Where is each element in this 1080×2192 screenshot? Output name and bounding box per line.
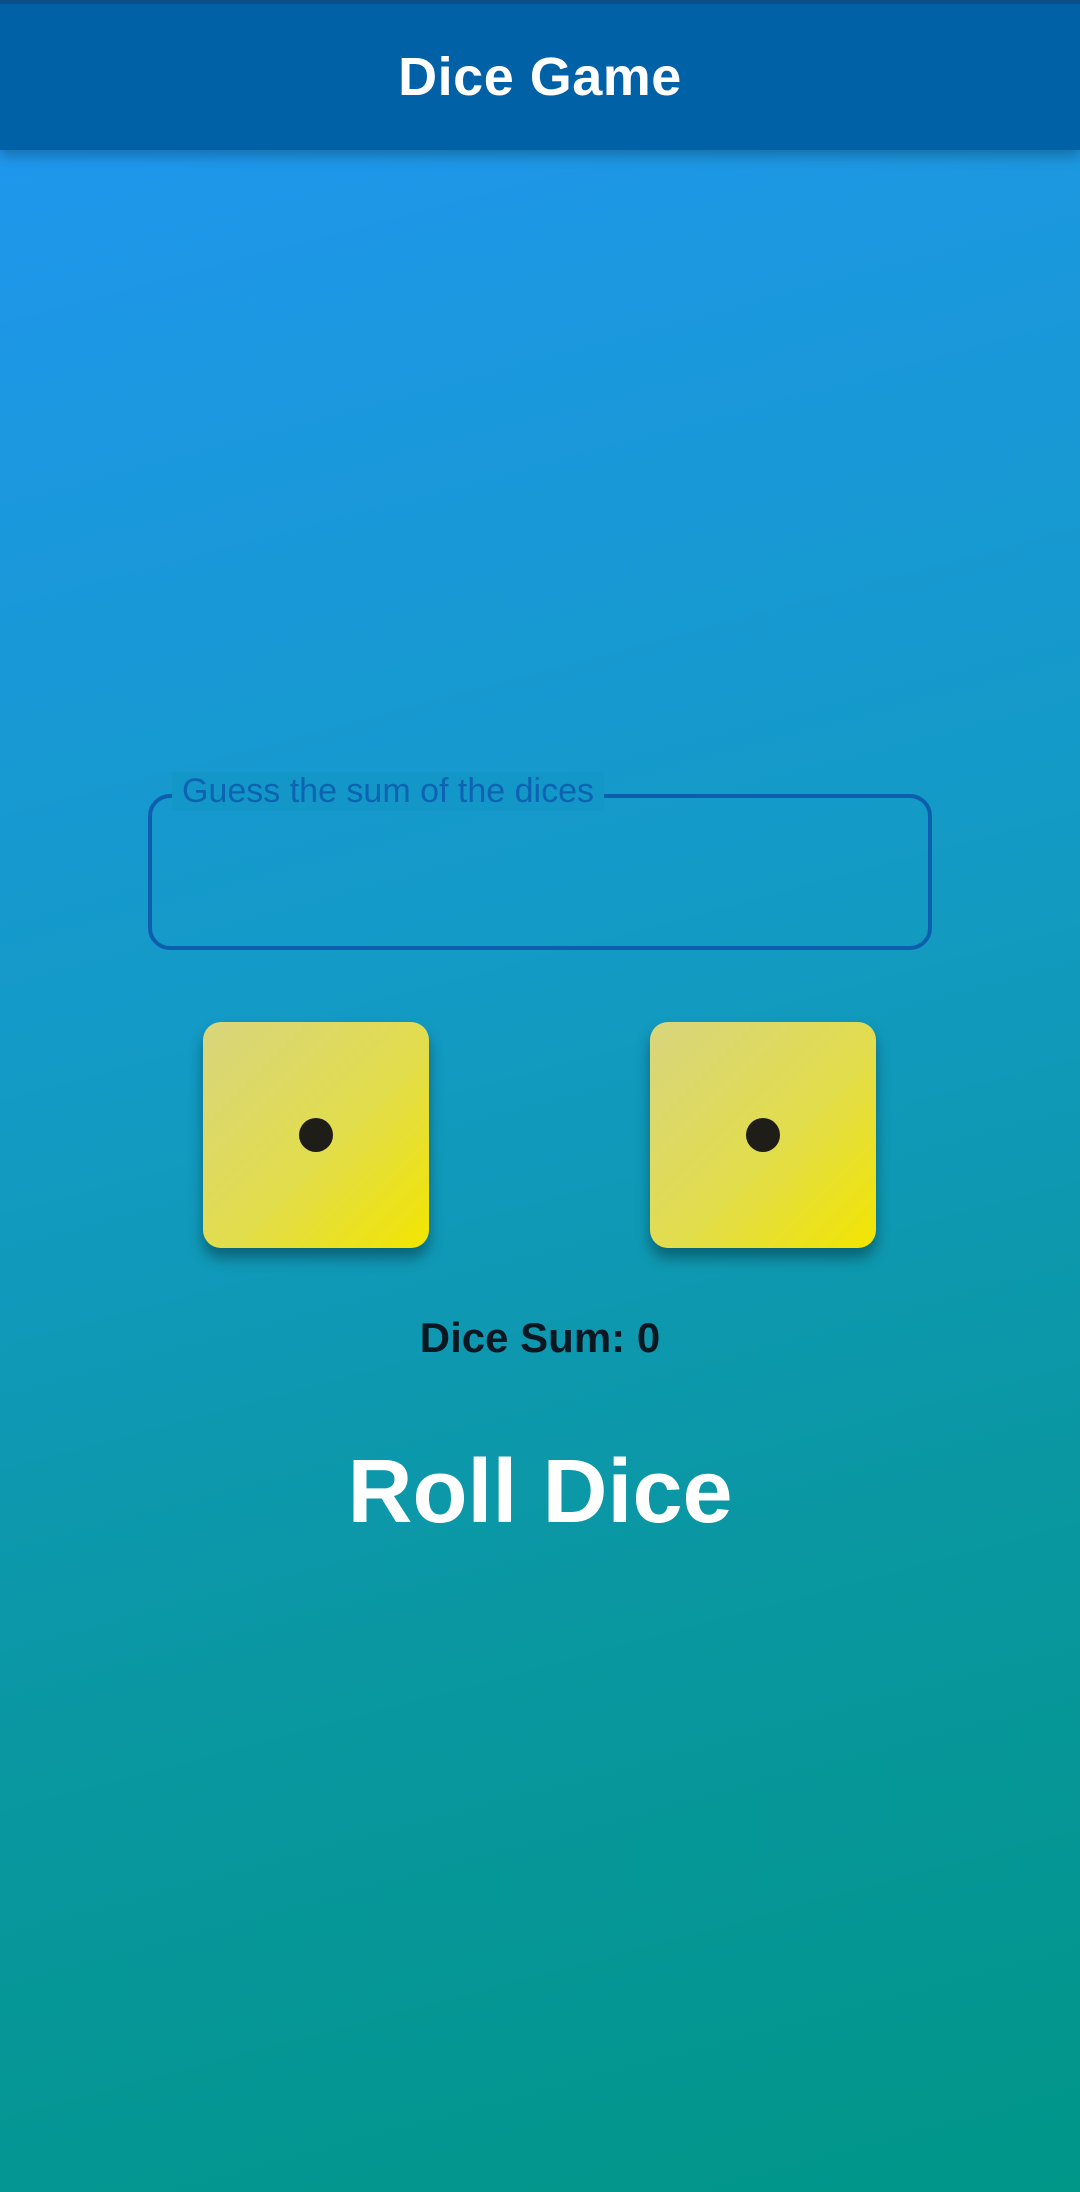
guess-sum-input[interactable]	[176, 838, 904, 910]
dice-sum-text: Dice Sum: 0	[419, 1314, 661, 1361]
app-title: Dice Game	[398, 47, 682, 107]
die-left	[203, 1022, 429, 1248]
guess-sum-field[interactable]: Guess the sum of the dices	[148, 772, 932, 950]
die-right	[650, 1022, 876, 1248]
roll-dice-button[interactable]: Roll Dice	[300, 1432, 780, 1552]
app-bar: Dice Game	[0, 0, 1080, 150]
guess-sum-label: Guess the sum of the dices	[172, 772, 604, 811]
die-pip	[299, 1118, 333, 1152]
die-pip	[746, 1118, 780, 1152]
